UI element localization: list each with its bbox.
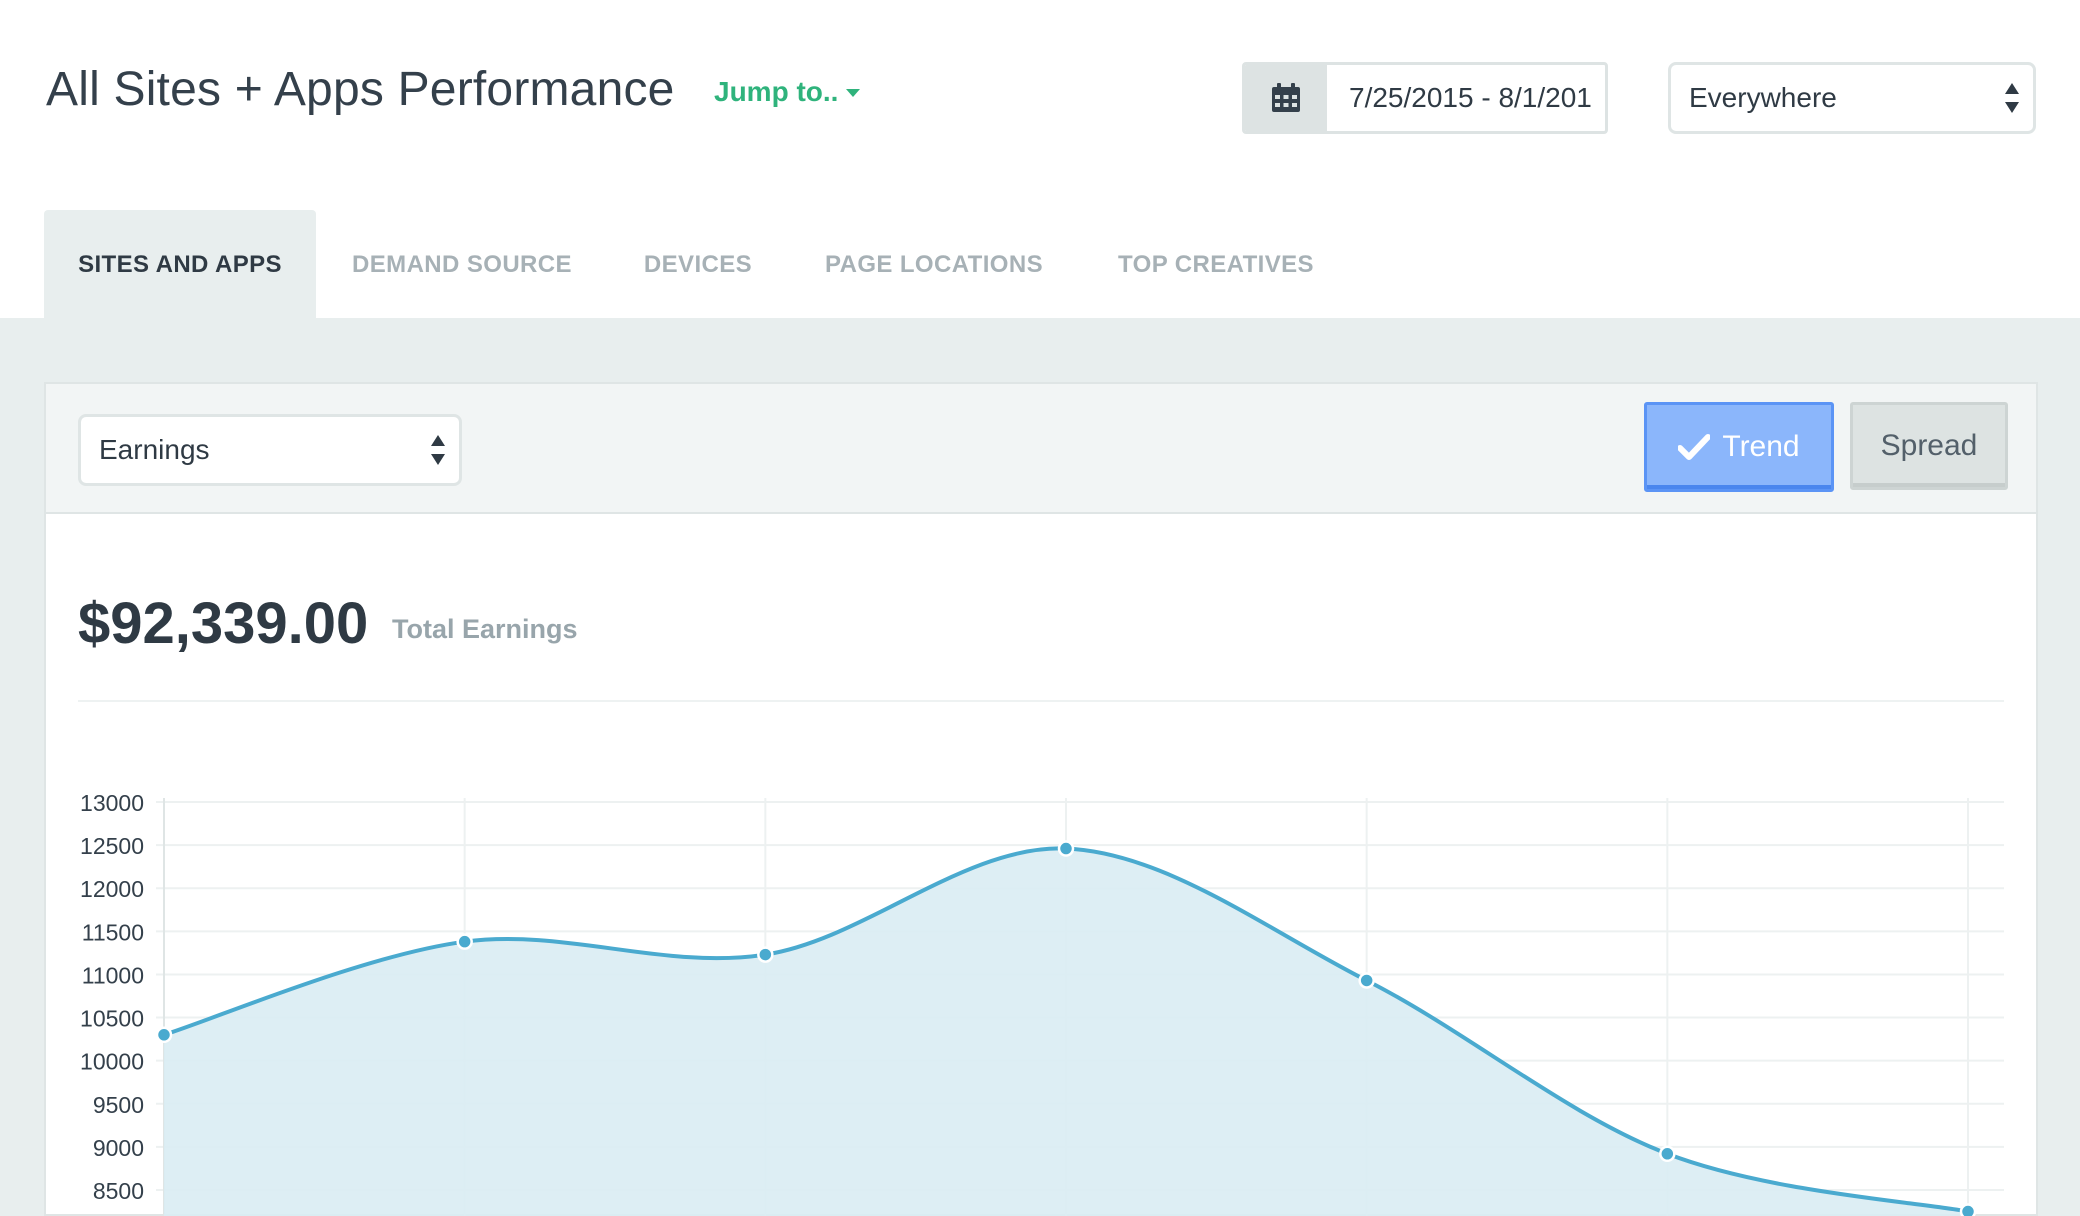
y-tick-label: 13000 (80, 790, 144, 816)
y-tick-label: 10500 (80, 1006, 144, 1032)
y-tick-label: 9500 (93, 1092, 144, 1118)
data-point (757, 946, 774, 963)
area-fill (164, 848, 1968, 1216)
y-tick-label: 8500 (93, 1178, 144, 1204)
earnings-trend-chart: 13000 12500 12000 11500 11000 10500 10000 9500 9… (80, 790, 2004, 1216)
data-point (1057, 840, 1075, 857)
y-tick-label: 12000 (80, 876, 144, 902)
data-point (1959, 1203, 1977, 1216)
y-tick-label: 9000 (93, 1135, 144, 1161)
y-tick-label: 11000 (82, 962, 144, 988)
data-point (456, 933, 473, 950)
y-tick-label: 10000 (80, 1049, 144, 1075)
y-tick-label: 12500 (80, 833, 144, 859)
data-point (155, 1026, 173, 1044)
data-point (1659, 1145, 1676, 1163)
data-point (1358, 972, 1375, 989)
y-tick-label: 11500 (82, 919, 144, 945)
